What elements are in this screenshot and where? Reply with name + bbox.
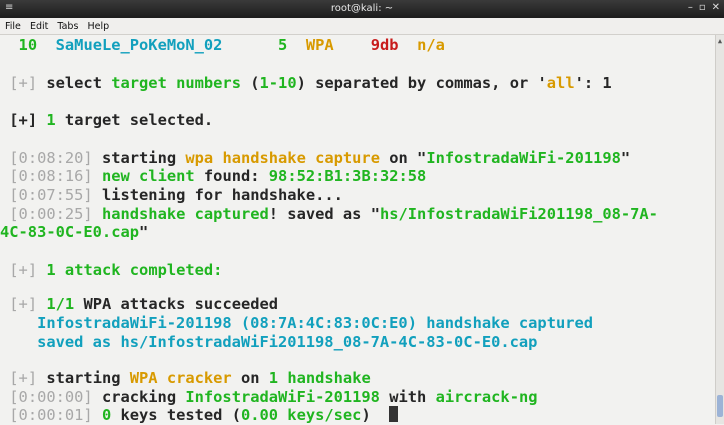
- close-icon[interactable]: ✕: [712, 2, 720, 13]
- menu-edit[interactable]: Edit: [30, 21, 48, 32]
- window-title: root@kali: ~: [330, 3, 394, 14]
- window-titlebar: ≡ root@kali: ~ – ▫ ✕: [0, 0, 724, 18]
- terminal-output[interactable]: 10 SaMueLe_PoKeMoN_02 5 WPA 9db n/a [+] …: [0, 35, 716, 424]
- scroll-up-arrow-icon[interactable]: ▲: [716, 37, 724, 45]
- cracking-line: [0:00:00] cracking InfostradaWiFi-201198…: [9, 388, 538, 406]
- capture-start-line: [0:08:20] starting wpa handshake capture…: [9, 149, 631, 167]
- listening-line: [0:07:55] listening for handshake...: [9, 186, 343, 204]
- select-prompt: [+] select target numbers (1-10) separat…: [9, 74, 612, 92]
- text-cursor: [389, 406, 399, 422]
- handshake-captured-line: [0:00:25] handshake captured! saved as "…: [9, 205, 658, 223]
- target-selected-line: [+] 1 target selected.: [9, 111, 214, 129]
- minimize-icon[interactable]: –: [688, 2, 693, 13]
- menu-help[interactable]: Help: [87, 21, 109, 32]
- attack-completed-line: [+] 1 attack completed:: [9, 261, 223, 279]
- handshake-captured-summary: InfostradaWiFi-201198 (08:7A:4C:83:0C:E0…: [0, 314, 594, 332]
- new-client-line: [0:08:16] new client found: 98:52:B1:3B:…: [9, 167, 427, 185]
- keys-tested-line: [0:00:01] 0 keys tested (0.00 keys/sec): [0, 406, 399, 425]
- menu-tabs[interactable]: Tabs: [57, 21, 78, 32]
- maximize-icon[interactable]: ▫: [699, 2, 706, 13]
- handshake-file-wrap-line: 4C-83-0C-E0.cap": [0, 223, 149, 241]
- scrollbar-thumb[interactable]: [717, 395, 723, 417]
- terminal-scrollbar[interactable]: ▲: [715, 35, 724, 424]
- menu-file[interactable]: File: [5, 21, 21, 32]
- handshake-saved-path: saved as hs/InfostradaWiFi201198_08-7A-4…: [0, 333, 538, 351]
- window-controls: – ▫ ✕: [688, 2, 720, 13]
- menubar: File Edit Tabs Help: [0, 18, 724, 35]
- attacks-succeeded-line: [+] 1/1 WPA attacks succeeded: [9, 295, 279, 313]
- cracker-start-line: [+] starting WPA cracker on 1 handshake: [9, 369, 371, 387]
- target-row-10: 10 SaMueLe_PoKeMoN_02 5 WPA 9db n/a: [18, 36, 445, 54]
